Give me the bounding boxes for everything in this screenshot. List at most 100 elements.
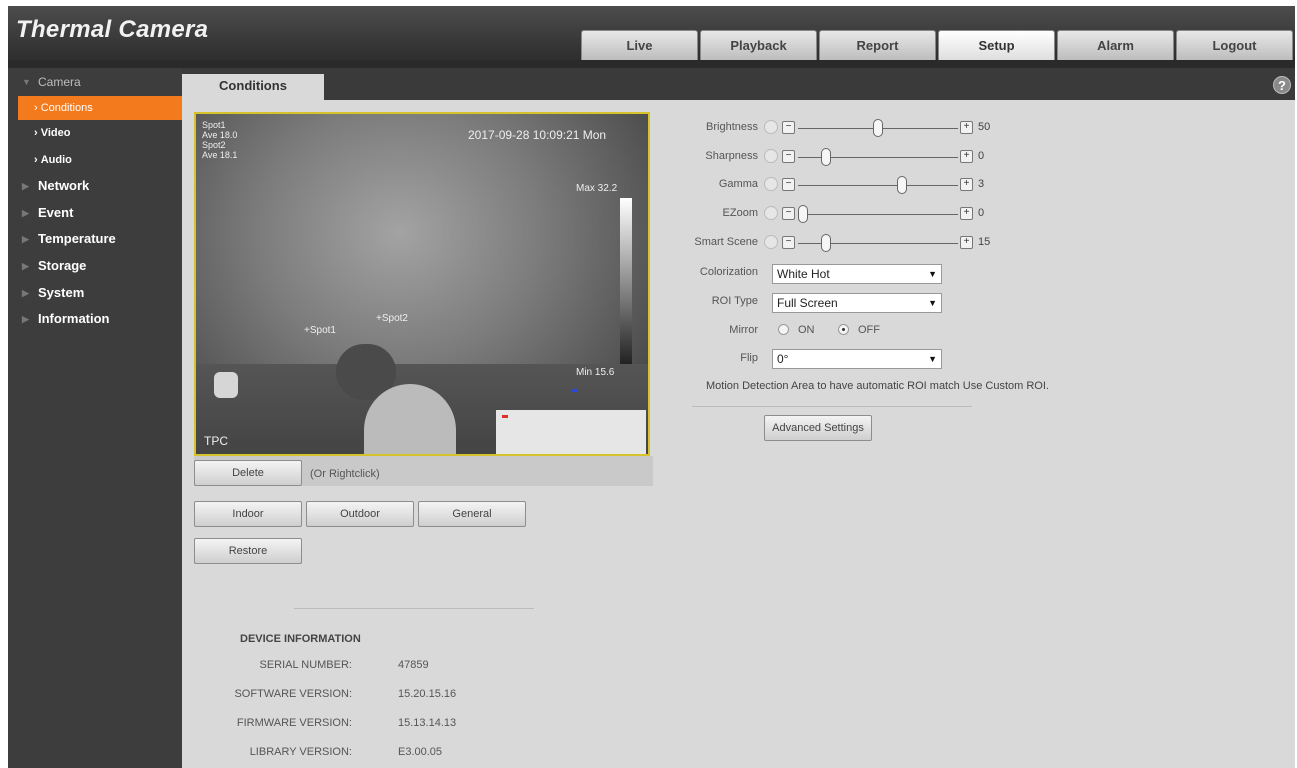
triangle-right-icon: ▶ (22, 207, 29, 218)
header-divider (8, 60, 1295, 68)
general-button[interactable]: General (418, 501, 526, 527)
sidebar-item-event[interactable]: ▶ Event (8, 200, 182, 227)
sidebar-item-label: Information (38, 311, 110, 327)
brightness-label: Brightness (706, 121, 758, 133)
gear-icon (764, 235, 778, 249)
temperature-scale-bar (620, 198, 632, 364)
gamma-decrease-button[interactable]: − (782, 178, 795, 191)
sharpness-decrease-button[interactable]: − (782, 150, 795, 163)
sharpness-increase-button[interactable]: + (960, 150, 973, 163)
mirror-off-label: OFF (858, 324, 880, 336)
ezoom-slider-thumb[interactable] (798, 205, 808, 223)
colorization-select[interactable]: White Hot ▼ (772, 264, 942, 284)
roi-type-select[interactable]: Full Screen ▼ (772, 293, 942, 313)
library-version-label: LIBRARY VERSION: (249, 746, 352, 758)
smart-scene-slider-thumb[interactable] (820, 234, 831, 252)
sidebar-item-label: Temperature (38, 231, 116, 247)
sidebar-item-network[interactable]: ▶ Network (8, 173, 182, 200)
spot-info-overlay: Spot1 Ave 18.0 Spot2 Ave 18.1 (202, 120, 238, 160)
software-version-label: SOFTWARE VERSION: (234, 688, 352, 700)
divider (294, 608, 534, 609)
sidebar-item-system[interactable]: ▶ System (8, 280, 182, 307)
triangle-right-icon: ▶ (22, 234, 29, 245)
tab-setup[interactable]: Setup (938, 30, 1055, 60)
gamma-slider-track[interactable] (798, 185, 958, 186)
gamma-value: 3 (978, 178, 985, 190)
tab-logout[interactable]: Logout (1176, 30, 1293, 60)
sharpness-value: 0 (978, 150, 985, 162)
gamma-label: Gamma (718, 178, 758, 190)
chevron-right-icon: › (34, 127, 41, 139)
sidebar-item-label: Audio (40, 153, 72, 166)
smart-scene-label: Smart Scene (694, 236, 758, 248)
sidebar-item-storage[interactable]: ▶ Storage (8, 253, 182, 280)
mirror-label: Mirror (729, 324, 758, 336)
sidebar-item-temperature[interactable]: ▶ Temperature (8, 226, 182, 253)
delete-hint: (Or Rightclick) (310, 468, 380, 480)
content-tabbar: Conditions ? (182, 68, 1295, 100)
gamma-slider-thumb[interactable] (897, 176, 907, 194)
magnifier-icon (764, 206, 778, 220)
dropdown-arrow-icon: ▼ (928, 269, 937, 279)
spot1-marker[interactable]: +Spot1 (304, 326, 336, 336)
ezoom-decrease-button[interactable]: − (782, 207, 795, 220)
flip-select[interactable]: 0° ▼ (772, 349, 942, 369)
sharpness-slider-thumb[interactable] (820, 148, 831, 166)
ezoom-label: EZoom (722, 207, 758, 219)
ezoom-slider-track[interactable] (798, 214, 958, 215)
sidebar-item-conditions[interactable]: › Conditions (18, 96, 182, 120)
brightness-slider-thumb[interactable] (873, 119, 883, 137)
roi-type-label: ROI Type (711, 295, 758, 307)
triangle-icon (764, 149, 778, 163)
main-content: Conditions ? Spot1 Ave 18.0 Spot2 Ave 18… (182, 68, 1295, 768)
triangle-right-icon: ▶ (22, 287, 29, 298)
sidebar-item-video[interactable]: › Video (8, 120, 182, 147)
pencil-icon (764, 177, 778, 191)
sidebar-item-audio[interactable]: › Audio (8, 147, 182, 174)
flip-label: Flip (740, 352, 758, 364)
tab-alarm[interactable]: Alarm (1057, 30, 1174, 60)
gamma-increase-button[interactable]: + (960, 178, 973, 191)
smart-scene-increase-button[interactable]: + (960, 236, 973, 249)
library-version-value: E3.00.05 (398, 746, 443, 758)
triangle-down-icon: ▼ (22, 77, 31, 87)
firmware-version-label: FIRMWARE VERSION: (236, 717, 352, 729)
thermal-video-view[interactable]: Spot1 Ave 18.0 Spot2 Ave 18.1 2017-09-28… (194, 112, 650, 456)
min-point-marker (571, 389, 577, 392)
roi-note: Motion Detection Area to have automatic … (706, 380, 1049, 392)
brightness-decrease-button[interactable]: − (782, 121, 795, 134)
sidebar-item-label: Camera (38, 75, 81, 89)
brightness-increase-button[interactable]: + (960, 121, 973, 134)
ezoom-increase-button[interactable]: + (960, 207, 973, 220)
sidebar-item-label: Event (38, 204, 74, 220)
smart-scene-decrease-button[interactable]: − (782, 236, 795, 249)
mirror-off-radio[interactable] (838, 324, 849, 335)
sidebar-item-information[interactable]: ▶ Information (8, 306, 182, 333)
dropdown-arrow-icon: ▼ (928, 354, 937, 364)
sidebar-item-label: Storage (38, 257, 87, 273)
tab-conditions[interactable]: Conditions (182, 74, 324, 100)
top-nav: Live Playback Report Setup Alarm Logout (581, 30, 1293, 60)
sidebar-item-camera[interactable]: ▼ Camera (8, 68, 182, 96)
chevron-right-icon: › (34, 153, 41, 166)
restore-button[interactable]: Restore (194, 538, 302, 564)
firmware-version-value: 15.13.14.13 (398, 717, 457, 729)
sidebar-item-label: Network (38, 178, 90, 194)
triangle-right-icon: ▶ (22, 260, 29, 271)
colorization-label: Colorization (699, 266, 758, 278)
mirror-on-radio[interactable] (778, 324, 789, 335)
video-scene (496, 410, 646, 454)
delete-button[interactable]: Delete (194, 460, 302, 486)
header: Thermal Camera Live Playback Report Setu… (8, 6, 1295, 60)
indoor-button[interactable]: Indoor (194, 501, 302, 527)
spot2-marker[interactable]: +Spot2 (376, 314, 408, 324)
divider (692, 406, 972, 407)
tab-report[interactable]: Report (819, 30, 936, 60)
advanced-settings-button[interactable]: Advanced Settings (764, 415, 872, 441)
video-scene (214, 372, 238, 398)
outdoor-button[interactable]: Outdoor (306, 501, 414, 527)
question-mark-icon[interactable]: ? (1273, 76, 1291, 94)
roi-type-value: Full Screen (777, 296, 838, 310)
tab-playback[interactable]: Playback (700, 30, 817, 60)
tab-live[interactable]: Live (581, 30, 698, 60)
